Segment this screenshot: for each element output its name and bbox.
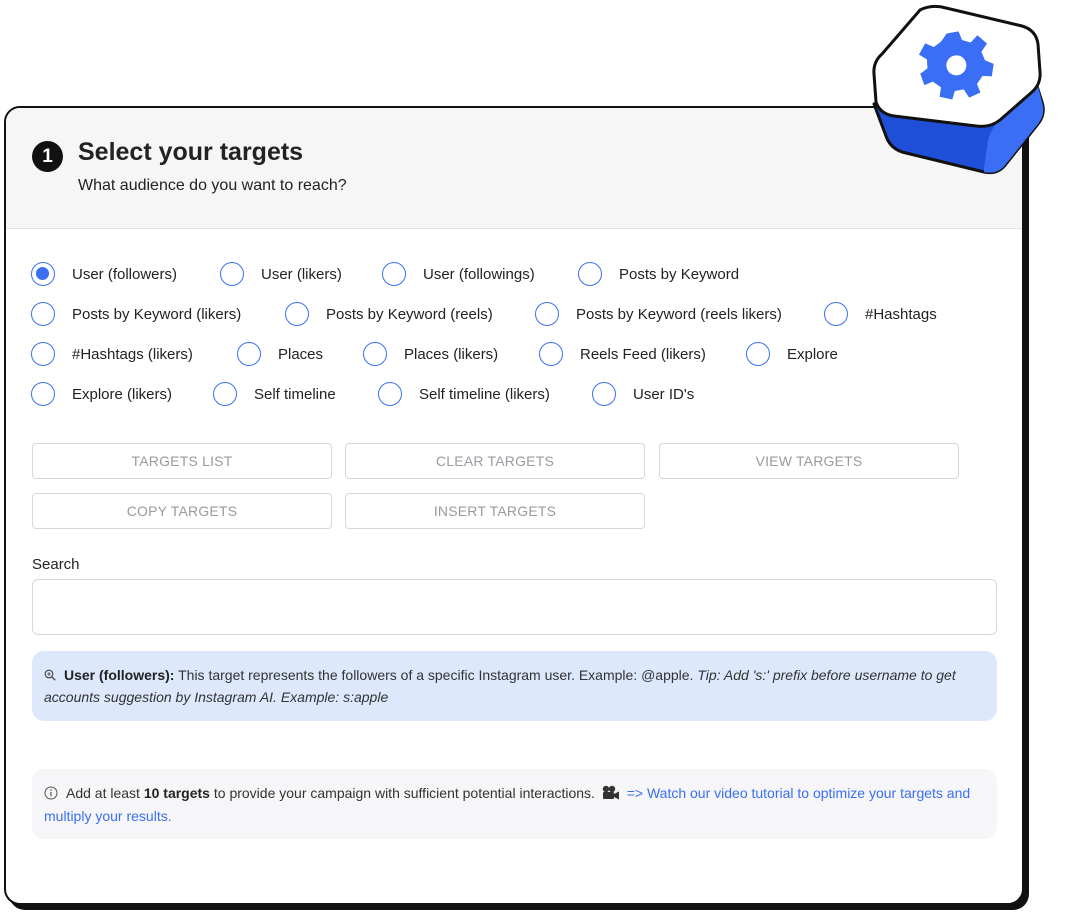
radio-circle[interactable] <box>31 302 55 326</box>
radio-self-timeline[interactable]: Self timeline <box>213 382 336 406</box>
radio-circle[interactable] <box>31 342 55 366</box>
radio-label: Explore (likers) <box>72 385 173 403</box>
radio-explore[interactable]: Explore <box>746 342 838 366</box>
radio-posts-by-keyword-reels-likers[interactable]: Posts by Keyword (reels likers) <box>535 302 782 326</box>
radio-circle[interactable] <box>382 262 406 286</box>
radio-posts-by-keyword[interactable]: Posts by Keyword <box>578 262 739 286</box>
radio-hashtags-likers[interactable]: #Hashtags (likers) <box>31 342 193 366</box>
radio-label: User (likers) <box>261 265 342 283</box>
radio-circle[interactable] <box>378 382 402 406</box>
radio-explore-likers[interactable]: Explore (likers) <box>31 382 172 406</box>
targets-list-button[interactable]: TARGETS LIST <box>32 443 332 479</box>
page-subtitle: What audience do you want to reach? <box>78 177 347 194</box>
radio-label: Self timeline <box>254 385 336 403</box>
notice-text-after: to provide your campaign with sufficient… <box>213 785 595 801</box>
radio-label: Reels Feed (likers) <box>580 345 706 363</box>
targets-card: 1 Select your targets What audience do y… <box>4 106 1024 905</box>
radio-self-timeline-likers[interactable]: Self timeline (likers) <box>378 382 550 406</box>
radio-label: #Hashtags <box>865 305 937 323</box>
radio-circle[interactable] <box>535 302 559 326</box>
radio-user-likers[interactable]: User (likers) <box>220 262 342 286</box>
radio-label: Places (likers) <box>404 345 499 363</box>
info-term: User (followers): <box>64 667 175 683</box>
radio-label: Posts by Keyword (reels likers) <box>576 305 782 323</box>
clear-targets-button[interactable]: CLEAR TARGETS <box>345 443 645 479</box>
radio-user-ids[interactable]: User ID's <box>592 382 694 406</box>
search-label: Search <box>32 556 80 573</box>
magnifier-icon <box>44 669 56 681</box>
radio-circle[interactable] <box>285 302 309 326</box>
notice-text-before: Add at least <box>66 785 140 801</box>
target-info-box: User (followers): This target represents… <box>32 651 997 721</box>
view-targets-button[interactable]: VIEW TARGETS <box>659 443 959 479</box>
radio-label: User ID's <box>633 385 695 403</box>
radio-label: Posts by Keyword (reels) <box>326 305 493 323</box>
radio-places-likers[interactable]: Places (likers) <box>363 342 498 366</box>
step-number-badge: 1 <box>32 141 63 172</box>
radio-reels-feed-likers[interactable]: Reels Feed (likers) <box>539 342 706 366</box>
targets-notice-box: Add at least 10 targets to provide your … <box>32 769 997 839</box>
copy-targets-button[interactable]: COPY TARGETS <box>32 493 332 529</box>
radio-label: User (followers) <box>72 265 178 283</box>
radio-circle[interactable] <box>746 342 770 366</box>
radio-circle[interactable] <box>237 342 261 366</box>
radio-label: Explore <box>787 345 838 363</box>
radio-posts-by-keyword-reels[interactable]: Posts by Keyword (reels) <box>285 302 493 326</box>
radio-hashtags[interactable]: #Hashtags <box>824 302 937 326</box>
radio-posts-by-keyword-likers[interactable]: Posts by Keyword (likers) <box>31 302 241 326</box>
radio-label: User (followings) <box>423 265 535 283</box>
radio-user-followers[interactable]: User (followers) <box>31 262 177 286</box>
radio-label: #Hashtags (likers) <box>72 345 193 363</box>
movie-camera-icon <box>602 785 619 800</box>
radio-label: Posts by Keyword <box>619 265 740 283</box>
radio-circle[interactable] <box>31 382 55 406</box>
info-circle-icon <box>44 786 58 800</box>
info-description: This target represents the followers of … <box>178 667 694 683</box>
radio-label: Places <box>278 345 324 363</box>
radio-circle[interactable] <box>578 262 602 286</box>
radio-label: Posts by Keyword (likers) <box>72 305 242 323</box>
radio-user-followings[interactable]: User (followings) <box>382 262 535 286</box>
insert-targets-button[interactable]: INSERT TARGETS <box>345 493 645 529</box>
radio-label: Self timeline (likers) <box>419 385 550 403</box>
radio-circle[interactable] <box>363 342 387 366</box>
settings-tile-icon <box>872 4 1045 175</box>
notice-highlight: 10 targets <box>143 785 210 801</box>
radio-places[interactable]: Places <box>237 342 323 366</box>
radio-circle[interactable] <box>592 382 616 406</box>
search-input[interactable] <box>32 579 997 635</box>
radio-circle[interactable] <box>213 382 237 406</box>
radio-circle[interactable] <box>824 302 848 326</box>
radio-circle[interactable] <box>539 342 563 366</box>
page-title: Select your targets <box>78 138 304 166</box>
radio-circle[interactable] <box>31 262 55 286</box>
radio-circle[interactable] <box>220 262 244 286</box>
